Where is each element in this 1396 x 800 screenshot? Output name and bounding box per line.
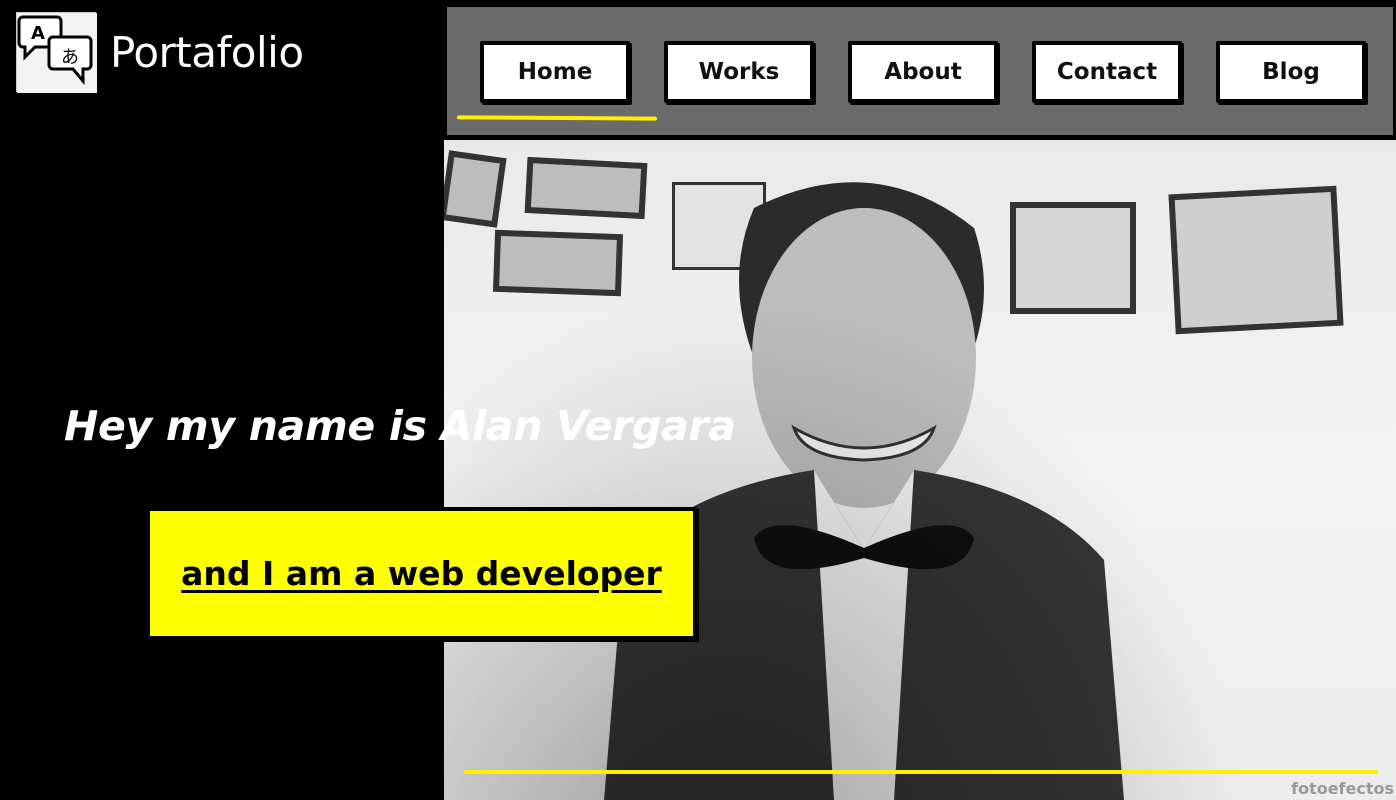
left-panel [0, 0, 444, 800]
active-nav-indicator [456, 115, 658, 121]
svg-text:A: A [31, 23, 45, 44]
nav-blog[interactable]: Blog [1216, 41, 1366, 103]
nav-home[interactable]: Home [480, 41, 630, 103]
watermark: fotoefectos [1291, 779, 1394, 798]
svg-text:あ: あ [61, 47, 79, 68]
navbar: Home Works About Contact Blog [444, 4, 1396, 138]
bottom-accent-line [464, 770, 1378, 774]
brand-name: Portafolio [110, 27, 304, 77]
nav-about[interactable]: About [848, 41, 998, 103]
nav-works[interactable]: Works [664, 41, 814, 103]
translate-icon: A あ [16, 12, 97, 93]
profile-photo [444, 140, 1396, 800]
nav-contact[interactable]: Contact [1032, 41, 1182, 103]
brand[interactable]: A あ Portafolio [16, 12, 304, 93]
cta-box[interactable]: and I am a web developer [146, 507, 697, 640]
photo-vignette [444, 140, 1396, 800]
hero-greeting: Hey my name is Alan Vergara [64, 402, 736, 450]
cta-link[interactable]: and I am a web developer [181, 554, 662, 593]
